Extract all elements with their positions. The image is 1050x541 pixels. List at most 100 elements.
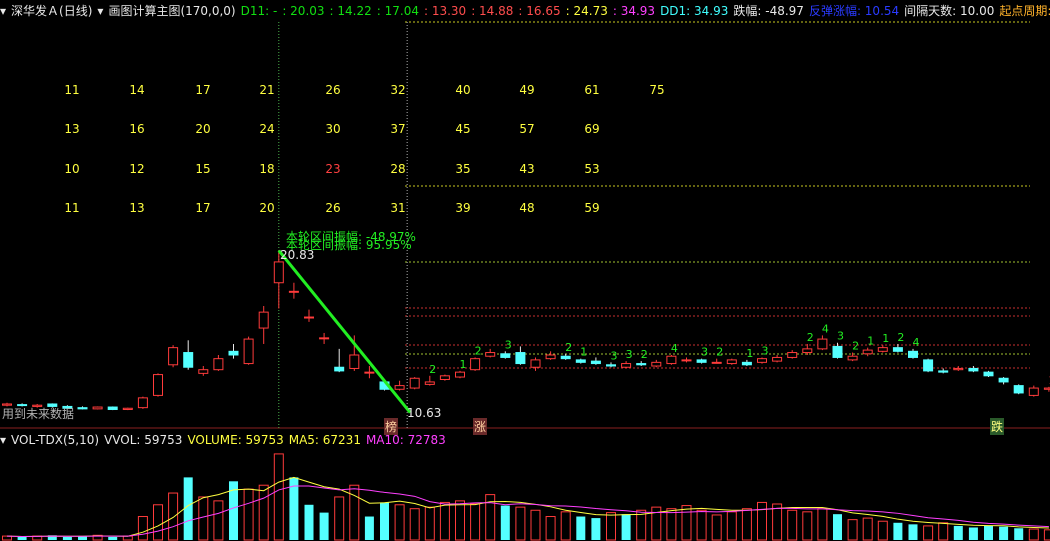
volume-indicator-name[interactable]: VOL-TDX(5,10) bbox=[11, 433, 99, 447]
tag-die: 跌 bbox=[990, 418, 1005, 435]
volume-bar-up bbox=[439, 501, 450, 541]
grid-number: 13 bbox=[129, 201, 144, 215]
grid-number: 21 bbox=[259, 83, 274, 97]
volume-bar-down bbox=[500, 505, 510, 540]
volume-bar-down bbox=[576, 516, 586, 540]
grid-number: 26 bbox=[325, 83, 340, 97]
candle-body-up bbox=[802, 348, 813, 354]
caret-down-icon[interactable]: ▾ bbox=[0, 433, 6, 447]
kline-chart[interactable]: 11 14 17 21 26 32 40 49 61 7513 16 20 24 30 37 45 57 6910… bbox=[0, 0, 1050, 541]
wave-mark: 3 bbox=[701, 346, 708, 359]
candle-body-up bbox=[288, 290, 299, 293]
grid-number: 59 bbox=[584, 201, 599, 215]
grid-number: 16 bbox=[129, 122, 144, 136]
volume-bar-up bbox=[696, 509, 707, 541]
grid-number: 30 bbox=[325, 122, 340, 136]
trend-line bbox=[277, 249, 412, 414]
volume-bar-up bbox=[877, 520, 888, 541]
grid-number: 20 bbox=[259, 201, 274, 215]
candle-body-down bbox=[560, 355, 571, 360]
candle-body-up bbox=[364, 371, 375, 374]
candle-body-up bbox=[726, 359, 737, 365]
candle-body-up bbox=[862, 349, 873, 355]
wave-mark: 2 bbox=[475, 344, 482, 357]
wave-mark: 2 bbox=[852, 340, 859, 353]
candle-body-up bbox=[666, 355, 677, 365]
candle-body-up bbox=[621, 363, 632, 368]
volume-bar-down bbox=[183, 477, 193, 540]
candle-body-down bbox=[606, 364, 616, 367]
grid-number: 43 bbox=[519, 162, 534, 176]
volume-bar-up bbox=[741, 508, 752, 541]
grid-number: 11 bbox=[64, 201, 79, 215]
candle-body-up bbox=[92, 406, 103, 410]
grid-number: 23 bbox=[325, 162, 340, 176]
candle-body-up bbox=[787, 352, 798, 358]
candle-body-up bbox=[137, 397, 148, 409]
volume-bar-up bbox=[787, 509, 798, 541]
volume-bar-up bbox=[726, 511, 737, 541]
candle-body-up bbox=[213, 358, 224, 371]
candle-body-up bbox=[349, 354, 360, 369]
volume-bar-down bbox=[17, 536, 27, 540]
candle-body-down bbox=[515, 352, 526, 365]
grid-number: 69 bbox=[584, 122, 599, 136]
candle-body-up bbox=[1028, 387, 1039, 396]
grid-number: 17 bbox=[195, 83, 210, 97]
volume-header: ▾ VOL-TDX(5,10) VVOL: 59753 VOLUME: 59753 MA… bbox=[0, 431, 451, 449]
grid-number: 12 bbox=[129, 162, 144, 176]
candle-body-up bbox=[168, 347, 179, 366]
volume-bar-down bbox=[108, 536, 118, 540]
ma5-value: MA5: 67231 bbox=[288, 433, 361, 447]
volume-bar-up bbox=[470, 503, 481, 541]
candle-body-up bbox=[153, 374, 163, 396]
wave-mark: 2 bbox=[716, 346, 723, 359]
grid-number: 37 bbox=[390, 122, 405, 136]
volume-bar-up bbox=[153, 504, 163, 541]
candle-body-up bbox=[273, 261, 284, 284]
volume-bar-up bbox=[606, 512, 616, 541]
volume-bar-up bbox=[560, 511, 571, 541]
candle-body-up bbox=[545, 354, 556, 360]
grid-number: 57 bbox=[519, 122, 534, 136]
future-data-note: 用到未来数据 bbox=[2, 407, 75, 421]
volume-bar-up bbox=[938, 522, 949, 541]
candle-body-up bbox=[953, 367, 964, 371]
candle-body-up bbox=[409, 377, 420, 389]
grid-number: 24 bbox=[259, 122, 274, 136]
volume-bar-down bbox=[908, 524, 918, 540]
volume-bar-down bbox=[893, 522, 903, 540]
candle-body-up bbox=[304, 316, 314, 319]
grid-number: 48 bbox=[519, 201, 534, 215]
ma10-line bbox=[6, 485, 1049, 537]
grid-number: 11 bbox=[64, 83, 79, 97]
vvol-value: VVOL: 59753 bbox=[104, 433, 183, 447]
candle-body-down bbox=[938, 370, 949, 373]
volume-bar-up bbox=[258, 484, 269, 541]
candle-body-up bbox=[651, 361, 662, 367]
wave-mark: 1 bbox=[867, 335, 874, 348]
volume-bar-up bbox=[681, 505, 692, 541]
volume-bar-up bbox=[862, 517, 873, 541]
volume-bar-up bbox=[334, 496, 345, 541]
candle-body-up bbox=[847, 355, 858, 361]
candle-body-up bbox=[394, 385, 405, 390]
volume-bar-up bbox=[168, 492, 179, 541]
volume-bar-up bbox=[772, 503, 783, 541]
volume-bar-down bbox=[621, 514, 631, 540]
volume-bar-down bbox=[62, 536, 72, 540]
volume-bar-up bbox=[847, 519, 858, 541]
volume-bar-down bbox=[319, 512, 329, 540]
candle-body-up bbox=[1043, 387, 1050, 390]
candle-body-down bbox=[968, 367, 979, 372]
candle-body-up bbox=[485, 352, 496, 357]
candle-body-down bbox=[892, 347, 903, 352]
volume-bar-up bbox=[515, 506, 526, 541]
candle-body-down bbox=[983, 371, 994, 377]
grid-number: 53 bbox=[584, 162, 599, 176]
grid-number: 13 bbox=[64, 122, 79, 136]
candle-body-up bbox=[455, 371, 465, 378]
wave-mark: 4 bbox=[913, 336, 920, 349]
grid-number: 32 bbox=[390, 83, 405, 97]
volume-bar-up bbox=[545, 516, 556, 541]
